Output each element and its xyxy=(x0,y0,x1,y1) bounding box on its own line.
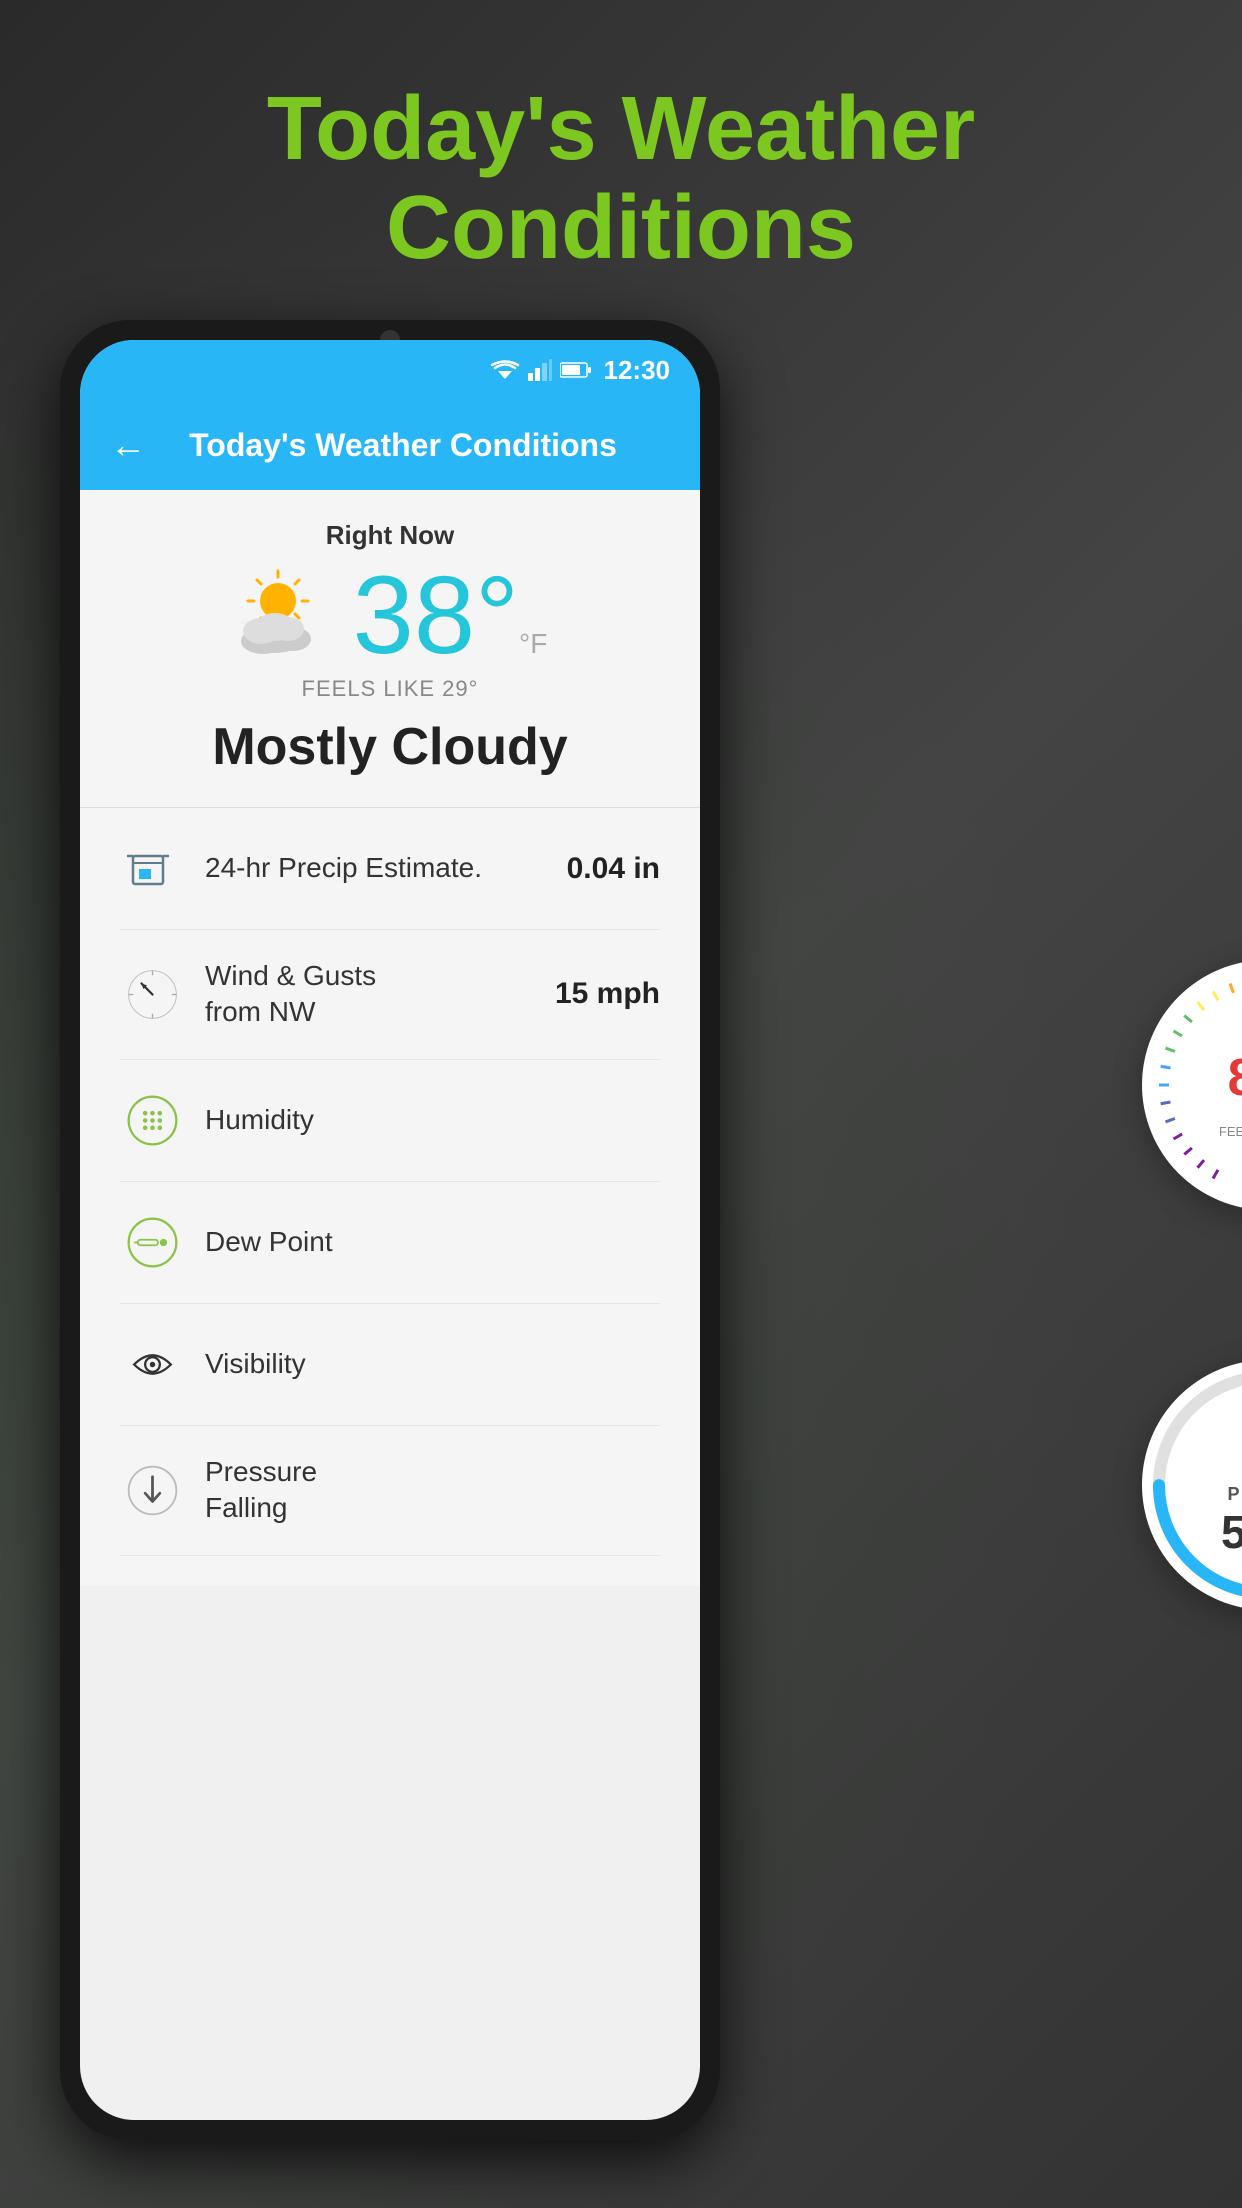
header-title: Today's Weather Conditions xyxy=(166,427,670,464)
condition-text: Mostly Cloudy xyxy=(120,717,660,777)
weather-icon xyxy=(233,569,333,664)
status-time: 12:30 xyxy=(604,355,671,386)
right-now-label: Right Now xyxy=(120,520,660,551)
pressure-row: PressureFalling xyxy=(120,1426,660,1556)
dewpoint-icon xyxy=(120,1210,185,1275)
visibility-label: Visibility xyxy=(205,1346,640,1382)
precip-gauge: PRECIP 50% xyxy=(1142,1360,1242,1610)
precip-label: 24-hr Precip Estimate. xyxy=(205,850,547,886)
temp-section: 38°°F xyxy=(120,561,660,671)
visibility-icon xyxy=(120,1332,185,1397)
status-icons xyxy=(490,359,592,381)
precip-value: 0.04 in xyxy=(567,852,660,886)
battery-icon xyxy=(560,361,592,379)
gauge-dial-svg xyxy=(1142,960,1242,1210)
feels-like-label: FEELS LIKE 29° xyxy=(120,676,660,702)
wind-label: Wind & Gustsfrom NW xyxy=(205,958,535,1031)
back-button[interactable]: ← xyxy=(110,424,146,466)
wind-row: Wind & Gustsfrom NW 15 mph xyxy=(120,930,660,1060)
wind-value: 15 mph xyxy=(555,977,660,1011)
precip-arc-svg xyxy=(1142,1360,1242,1610)
status-bar: 12:30 xyxy=(80,340,700,400)
signal-icon xyxy=(528,359,552,381)
phone-container: 12:30 ← Today's Weather Conditions Right… xyxy=(60,320,1212,2168)
pressure-icon xyxy=(120,1458,185,1523)
temp-display: 38°°F xyxy=(353,561,548,671)
title-line2: Conditions xyxy=(386,178,856,278)
dewpoint-row: Dew Point xyxy=(120,1182,660,1304)
wind-icon xyxy=(120,962,185,1027)
humidity-label: Humidity xyxy=(205,1102,640,1138)
title-line1: Today's Weather xyxy=(267,79,975,179)
visibility-row: Visibility xyxy=(120,1304,660,1426)
main-content: Right Now xyxy=(80,490,700,1586)
pressure-label: PressureFalling xyxy=(205,1454,640,1527)
humidity-row: Humidity xyxy=(120,1060,660,1182)
precip-row: 24-hr Precip Estimate. 0.04 in xyxy=(120,808,660,930)
page-title: Today's Weather Conditions xyxy=(0,80,1242,278)
partly-cloudy-icon xyxy=(233,569,333,659)
dewpoint-label: Dew Point xyxy=(205,1224,640,1260)
wifi-icon xyxy=(490,359,520,381)
phone-screen: 12:30 ← Today's Weather Conditions Right… xyxy=(80,340,700,2120)
temperature: 38°°F xyxy=(353,554,548,677)
temp-value: 38° xyxy=(353,554,519,677)
app-header: ← Today's Weather Conditions xyxy=(80,400,700,490)
precip-icon xyxy=(120,836,185,901)
phone-body: 12:30 ← Today's Weather Conditions Right… xyxy=(60,320,720,2140)
humidity-icon xyxy=(120,1088,185,1153)
temp-gauge: 81° °F FEELS LIKE 85° Cloudy xyxy=(1142,960,1242,1210)
temp-unit: °F xyxy=(519,628,547,659)
